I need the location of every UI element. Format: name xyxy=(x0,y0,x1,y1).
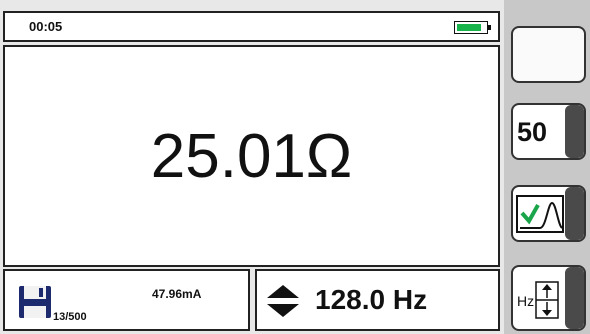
measurement-panel: 25.01Ω xyxy=(3,45,500,267)
test-current: 47.96mA xyxy=(152,287,202,301)
range-button[interactable]: 50 xyxy=(511,103,586,160)
battery-icon xyxy=(454,21,491,34)
clock-time: 00:05 xyxy=(29,19,63,34)
floppy-disk-icon xyxy=(19,286,51,318)
hz-adjust-icon: Hz xyxy=(517,281,559,319)
status-bar: 00:05 xyxy=(3,11,500,42)
frequency-adjust-button[interactable]: Hz xyxy=(511,265,586,331)
svg-text:Hz: Hz xyxy=(517,293,534,309)
memory-count: 13/500 xyxy=(53,311,87,323)
button-knob xyxy=(565,267,584,329)
limit-check-button[interactable] xyxy=(511,185,586,242)
display-screen: 00:05 25.01Ω 13/500 47.96mA 128.0 Hz xyxy=(0,0,504,334)
range-label: 50 xyxy=(517,117,548,147)
resistance-reading: 25.01Ω xyxy=(150,122,353,191)
checkmark-curve-icon xyxy=(516,195,564,233)
button-knob xyxy=(565,187,584,240)
up-down-arrows-icon xyxy=(267,285,299,317)
button-knob xyxy=(565,105,584,158)
frequency-panel[interactable]: 128.0 Hz xyxy=(255,269,500,331)
memory-panel: 13/500 47.96mA xyxy=(3,269,250,331)
soft-key-1[interactable] xyxy=(511,26,586,83)
frequency-value: 128.0 Hz xyxy=(315,284,428,315)
